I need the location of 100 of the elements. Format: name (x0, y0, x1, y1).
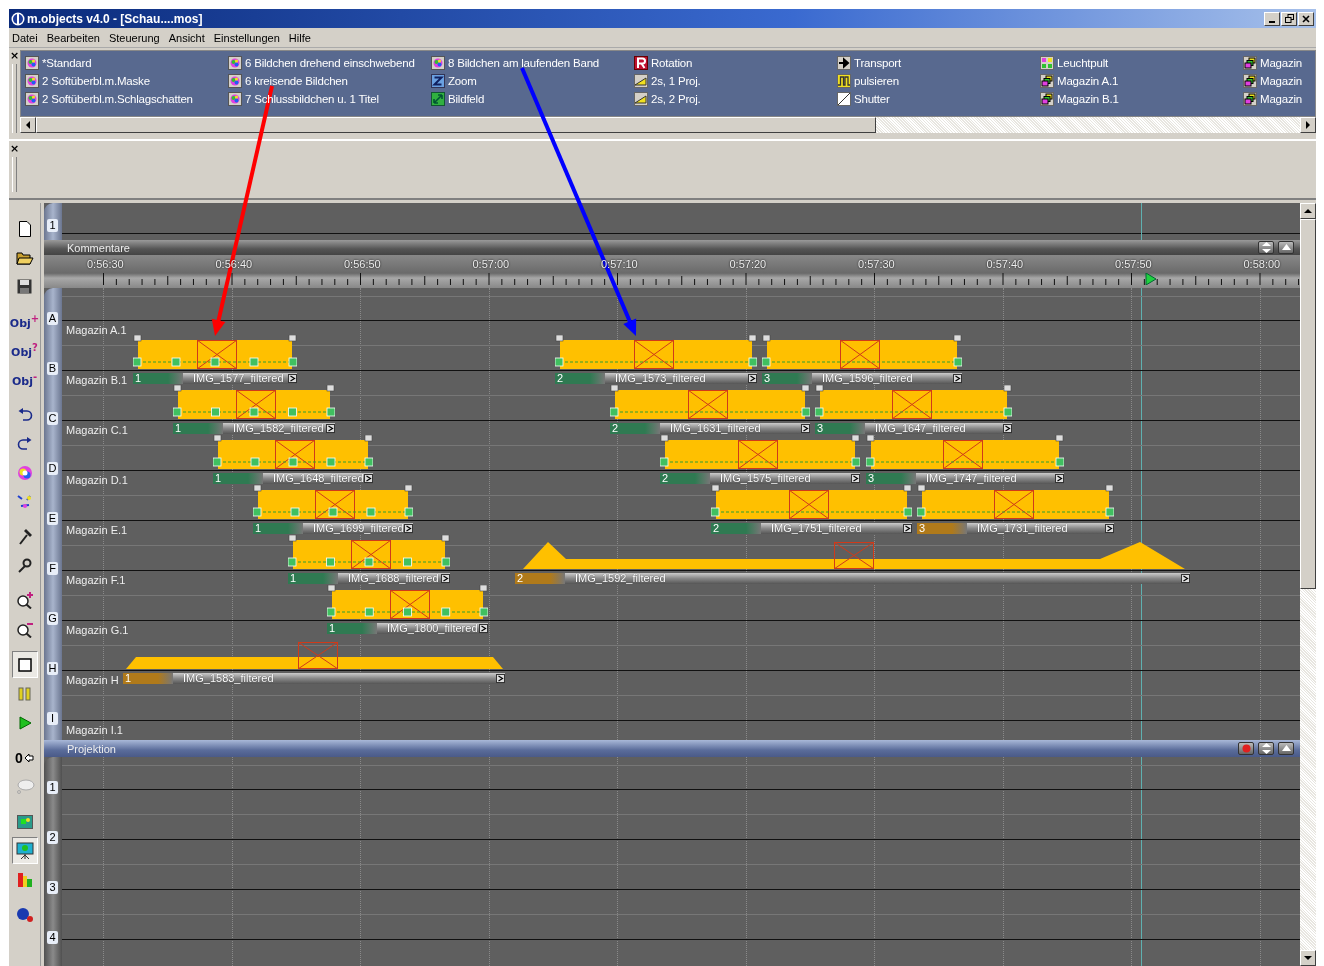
clip-name-bar[interactable]: 1 IMG_1648_filtered (213, 473, 373, 484)
time-label: 0:57:00 (472, 258, 510, 270)
effect-item[interactable]: Leuchtpult (1040, 55, 1243, 70)
clip-name: IMG_1747_filtered (925, 473, 1018, 484)
clip-name: IMG_1583_filtered (182, 673, 275, 684)
clip-name-bar[interactable]: 1 IMG_1688_filtered (288, 573, 450, 584)
track-letter: E (47, 512, 58, 525)
track-letter: C (47, 412, 58, 425)
track-letter: F (47, 562, 58, 575)
clip-number: 2 (515, 573, 565, 584)
clip-name: IMG_1582_filtered (232, 423, 325, 434)
track-letter: B (47, 362, 58, 375)
menu-item[interactable]: Bearbeiten (43, 31, 106, 44)
effect-item[interactable]: 2s, 1 Proj. (634, 73, 837, 88)
effect-item[interactable]: pulsieren (837, 73, 1040, 88)
toolbar-button[interactable]: 0 (11, 744, 38, 771)
clip-name: IMG_1648_filtered (272, 473, 364, 484)
time-label: 0:58:00 (1243, 258, 1281, 270)
effect-item[interactable]: Magazin A.1 (1040, 73, 1243, 88)
effect-item[interactable]: *Standard (25, 55, 228, 70)
close-button[interactable]: × (9, 50, 20, 62)
effect-item[interactable]: Transport (837, 55, 1040, 70)
effect-item[interactable]: Shutter (837, 91, 1040, 106)
menu-item[interactable]: Datei (9, 31, 44, 44)
window-title: m.objects v4.0 - [Schau....mos] (27, 11, 204, 26)
time-label: 0:56:30 (87, 258, 124, 270)
clip-name-bar[interactable]: 2 IMG_1573_filtered (555, 373, 757, 384)
lane-number: 1 (47, 219, 58, 232)
clip-number: 1 (253, 523, 303, 534)
clip-name-bar[interactable]: 2 IMG_1575_filtered (660, 473, 860, 484)
clip-name: IMG_1575_filtered (719, 473, 812, 484)
menu-item[interactable]: Hilfe (285, 31, 317, 44)
track-label: Magazin I.1 (66, 724, 123, 736)
clip-name-bar[interactable]: 1 IMG_1582_filtered (173, 423, 335, 434)
effect-item[interactable]: 2 Softüberbl.m.Maske (25, 73, 228, 88)
clip-name-bar[interactable]: 2 IMG_1751_filtered (711, 523, 912, 534)
clip-number: 3 (866, 473, 916, 484)
effect-item[interactable]: 6 kreisende Bildchen (228, 73, 431, 88)
clip-number: 1 (327, 623, 377, 634)
menu-item[interactable]: Steuerung (105, 31, 166, 44)
clip-number: 2 (610, 423, 660, 434)
clip-number: 1 (173, 423, 223, 434)
time-label: 0:57:50 (1115, 258, 1152, 270)
effect-item[interactable]: Zoom (431, 73, 634, 88)
time-label: 0:56:50 (344, 258, 381, 270)
track-label: Magazin D.1 (66, 474, 128, 486)
track-label: Magazin B.1 (66, 374, 128, 386)
clip-name-bar[interactable]: 1 IMG_1800_filtered (327, 623, 488, 634)
clip-name-bar[interactable]: 2 IMG_1592_filtered (515, 573, 1190, 584)
clip-number: 3 (762, 373, 812, 384)
track-letter: I (47, 712, 58, 725)
clip-number: 1 (288, 573, 338, 584)
clip-number: 3 (917, 523, 967, 534)
clip-name: IMG_1596_filtered (821, 373, 914, 384)
clip-name: IMG_1592_filtered (574, 573, 667, 584)
time-label: 0:57:30 (858, 258, 895, 270)
effect-item[interactable]: 8 Bildchen am laufenden Band (431, 55, 634, 70)
section-title: Kommentare (67, 241, 131, 254)
effect-item[interactable]: Magazin B.1 (1040, 91, 1243, 106)
clip-number: 1 (133, 373, 183, 384)
effect-item[interactable]: 2s, 2 Proj. (634, 91, 837, 106)
clip-name-bar[interactable]: 3 IMG_1731_filtered (917, 523, 1114, 534)
clip-name-bar[interactable]: 1 IMG_1699_filtered (253, 523, 413, 534)
time-label: 0:57:40 (986, 258, 1024, 270)
clip-name: IMG_1647_filtered (874, 423, 967, 434)
clip-name-bar[interactable]: 3 IMG_1596_filtered (762, 373, 962, 384)
clip-name-bar[interactable]: 3 IMG_1647_filtered (815, 423, 1012, 434)
track-letter: G (47, 612, 58, 625)
clip-number: 2 (711, 523, 761, 534)
clip-name-bar[interactable]: 1 IMG_1577_filtered (133, 373, 297, 384)
lane-number: 2 (47, 831, 58, 844)
effect-item[interactable]: Magazin (1243, 73, 1315, 88)
track-label: Magazin H (66, 674, 119, 686)
clip-name: IMG_1800_filtered (386, 623, 479, 634)
track-letter: D (47, 462, 58, 475)
effect-item[interactable]: Bildfeld (431, 91, 634, 106)
lane-number: 1 (47, 781, 58, 794)
menu-item[interactable]: Einstellungen (210, 31, 286, 44)
effect-item[interactable]: 2 Softüberbl.m.Schlagschatten (25, 91, 228, 106)
effect-item[interactable]: Magazin (1243, 55, 1315, 70)
effect-item[interactable]: 6 Bildchen drehend einschwebend (228, 55, 431, 70)
clip-name-bar[interactable]: 1 IMG_1583_filtered (123, 673, 505, 684)
clip-number: 3 (815, 423, 865, 434)
effect-item[interactable]: Magazin (1243, 91, 1315, 106)
clip-name: IMG_1751_filtered (770, 523, 863, 534)
clip-number: 2 (555, 373, 605, 384)
clip-name: IMG_1577_filtered (192, 373, 285, 384)
track-label: Magazin E.1 (66, 524, 128, 536)
track-label: Magazin C.1 (66, 424, 128, 436)
close-button[interactable]: × (9, 143, 20, 155)
menu-item[interactable]: Ansicht (165, 31, 211, 44)
clip-name: IMG_1631_filtered (669, 423, 762, 434)
clip-name: IMG_1731_filtered (976, 523, 1069, 534)
clip-name-bar[interactable]: 3 IMG_1747_filtered (866, 473, 1064, 484)
clip-name-bar[interactable]: 2 IMG_1631_filtered (610, 423, 810, 434)
track-label: Magazin A.1 (66, 324, 127, 336)
time-label: 0:57:20 (729, 258, 767, 270)
lane-number: 3 (47, 881, 58, 894)
effect-item[interactable]: Rotation (634, 55, 837, 70)
clip-name: IMG_1573_filtered (614, 373, 707, 384)
